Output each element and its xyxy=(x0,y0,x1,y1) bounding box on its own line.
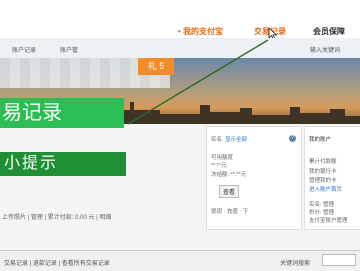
panel-title: 我的账户 xyxy=(309,137,332,143)
bottom-tabs: 交易记录 | 退款记录 | 查看所有交易记录 关键词搜索 xyxy=(0,250,360,271)
show-all-link[interactable]: 显示全部 xyxy=(225,135,247,143)
balance-panel: 实名 显示全部 可用额度 **.**元 冻结额: **.**元 查看 提现 · … xyxy=(206,126,302,230)
frozen-amount: 冻结额: **.**元 xyxy=(211,172,247,178)
subnav-search-hint[interactable]: 输入关键词 xyxy=(310,45,340,54)
account-summary-row: 上传照片 | 管理 | 累计付款: 0.00 元 | 明细 xyxy=(2,215,112,221)
nav-my-alipay[interactable]: • 我的支付宝 xyxy=(178,26,223,37)
bottom-search-label: 关键词搜索 xyxy=(280,261,311,267)
panel-label: 实名 xyxy=(211,137,223,143)
my-account-panel: 我的账户 累计付款额 我的银行卡 管理我的卡 进入账户首页 实名: 管理 积分:… xyxy=(304,126,360,230)
overlay-title: 易记录 xyxy=(0,98,124,128)
subnav-account-records[interactable]: 账户记录 xyxy=(12,45,36,54)
banner-tab[interactable]: 礼 5 xyxy=(138,58,174,75)
top-navigation: • 我的支付宝 交易记录 会员保障 xyxy=(0,0,360,38)
search-input[interactable] xyxy=(322,254,356,266)
account-home-link[interactable]: 进入账户首页 xyxy=(309,185,342,193)
bottom-links[interactable]: 交易记录 | 退款记录 | 查看所有交易记录 xyxy=(4,258,110,267)
bank-card-label: 我的银行卡 xyxy=(309,169,337,175)
points-row: 积分: 管理 xyxy=(309,210,335,216)
nav-member-protection[interactable]: 会员保障 xyxy=(313,26,345,37)
account-manage-row[interactable]: 支付宝账户管理 xyxy=(309,216,348,224)
view-button[interactable]: 查看 xyxy=(219,185,240,198)
help-icon[interactable]: ? xyxy=(289,135,296,142)
panel-actions[interactable]: 提现 · 充值 · 下 xyxy=(211,207,248,215)
overlay-subtitle: 小提示 xyxy=(0,152,126,176)
realname-row: 实名: 管理 xyxy=(309,202,335,208)
total-paid-label: 累计付款额 xyxy=(309,159,337,165)
available-label: 可用额度 xyxy=(211,155,234,161)
sub-navigation: 账户记录 账户管 输入关键词 xyxy=(0,38,360,59)
available-amount: **.**元 xyxy=(211,163,227,169)
manage-card-link[interactable]: 管理我的卡 xyxy=(309,176,337,184)
subnav-account-manage[interactable]: 账户管 xyxy=(60,45,78,54)
